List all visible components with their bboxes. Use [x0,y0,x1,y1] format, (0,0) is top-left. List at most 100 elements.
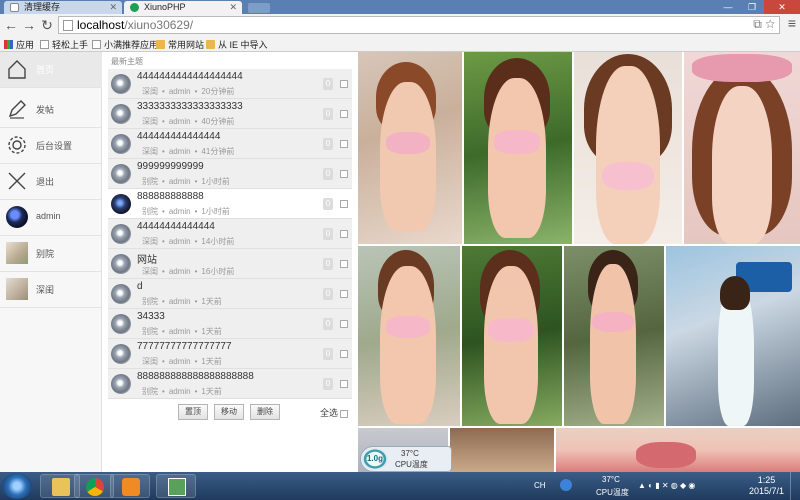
thread-checkbox[interactable] [340,350,348,358]
thread-author[interactable]: admin [169,207,191,216]
thread-author[interactable]: admin [169,297,191,306]
tab-clear-cache[interactable]: 清理缓存 ✕ [4,1,122,14]
forward-arrow-icon[interactable]: → [20,16,38,34]
taskbar-app-image[interactable] [156,474,196,498]
thread-checkbox[interactable] [340,260,348,268]
gallery-photo[interactable] [666,246,800,426]
reload-icon[interactable]: ↻ [38,16,56,34]
thread-forum[interactable]: 别院 [142,297,158,306]
thread-forum[interactable]: 别院 [142,177,158,186]
taskbar-app-chrome[interactable] [74,474,114,498]
sidebar-item-logout[interactable]: 退出 [0,164,102,200]
move-button[interactable]: 移动 [214,404,244,420]
thread-title[interactable]: 888888888888888888888 [137,371,254,382]
thread-title[interactable]: 444444444444444 [137,131,220,142]
thread-forum[interactable]: 深闺 [142,357,158,366]
thread-checkbox[interactable] [340,140,348,148]
input-language[interactable]: CH [534,481,546,490]
thread-forum[interactable]: 别院 [142,327,158,336]
sidebar-item-forum-bieyuan[interactable]: 别院 [0,236,102,272]
thread-title[interactable]: 77777777777777777 [137,341,232,352]
window-close-icon[interactable]: ✕ [764,0,800,14]
thread-author[interactable]: admin [169,327,191,336]
thread-checkbox[interactable] [340,80,348,88]
thread-author[interactable]: admin [169,237,191,246]
thread-checkbox[interactable] [340,110,348,118]
thread-row[interactable]: d 别院 • admin • 1天前 0 [108,279,352,309]
gallery-photo[interactable] [564,246,664,426]
thread-row[interactable]: 34333 别院 • admin • 1天前 0 [108,309,352,339]
menu-icon[interactable]: ≡ [788,15,796,31]
thread-checkbox[interactable] [340,290,348,298]
thread-title[interactable]: 44444444444444 [137,221,215,232]
thread-author[interactable]: admin [169,357,191,366]
thread-title[interactable]: 888888888888 [137,191,204,202]
thread-title[interactable]: 3333333333333333333 [137,101,243,112]
sidebar-item-home[interactable]: 首页 [0,52,102,88]
tab-close-icon[interactable]: ✕ [229,1,237,14]
thread-checkbox[interactable] [340,380,348,388]
bookmark-apps[interactable]: 应用 [4,38,34,51]
thread-forum[interactable]: 深闺 [142,237,158,246]
tab-close-icon[interactable]: ✕ [109,1,117,14]
thread-row[interactable]: 77777777777777777 深闺 • admin • 1天前 0 [108,339,352,369]
thread-forum[interactable]: 别院 [142,207,158,216]
new-tab-button[interactable] [248,3,270,13]
select-all-checkbox[interactable] [340,409,349,418]
thread-forum[interactable]: 深闺 [142,267,158,276]
tab-xiunophp[interactable]: XiunoPHP ✕ [124,1,242,14]
thread-title[interactable]: d [137,281,143,292]
thread-row[interactable]: 999999999999 别院 • admin • 1小时前 0 [108,159,352,189]
thread-checkbox[interactable] [340,170,348,178]
gallery-photo[interactable] [358,52,462,244]
minimize-icon[interactable]: — [716,0,740,14]
thread-forum[interactable]: 深闺 [142,87,158,96]
delete-button[interactable]: 删除 [250,404,280,420]
thread-author[interactable]: admin [169,177,191,186]
cpu-temp-widget[interactable]: 1.0g 37°C CPU温度 [360,446,452,472]
thread-row[interactable]: 888888888888888888888 别院 • admin • 1天前 0 [108,369,352,399]
start-button[interactable] [2,473,32,499]
thread-author[interactable]: admin [169,387,191,396]
gallery-photo[interactable] [556,428,800,472]
sidebar-item-post[interactable]: 发帖 [0,92,102,128]
thread-checkbox[interactable] [340,200,348,208]
thread-title[interactable]: 4444444444444444444 [137,71,243,82]
thread-forum[interactable]: 深闺 [142,147,158,156]
clock[interactable]: 1:25 2015/7/1 [749,475,784,497]
thread-row[interactable]: 44444444444444 深闺 • admin • 14小时前 0 [108,219,352,249]
thread-row[interactable]: 3333333333333333333 深闺 • admin • 40分钟前 0 [108,99,352,129]
thread-title[interactable]: 网站 [137,251,157,266]
thread-author[interactable]: admin [169,87,191,96]
thread-row[interactable]: 4444444444444444444 深闺 • admin • 20分钟前 0 [108,69,352,99]
gallery-photo[interactable] [462,246,562,426]
gallery-photo[interactable] [358,246,460,426]
bookmark-star-icon[interactable]: ⧉ ☆ [753,17,775,32]
thread-title[interactable]: 999999999999 [137,161,204,172]
thread-checkbox[interactable] [340,320,348,328]
tray-icons[interactable]: ▲ ◐ ▮ ✕ ◍ ◆ ◉ [638,481,695,490]
gallery-photo[interactable] [464,52,572,244]
select-all[interactable]: 全选 [320,406,349,419]
gallery-photo[interactable] [684,52,800,244]
bookmark-item[interactable]: 轻松上手 [40,38,88,51]
back-arrow-icon[interactable]: ← [2,16,20,34]
thread-row[interactable]: 888888888888 别院 • admin • 1小时前 0 [108,189,352,219]
maximize-icon[interactable]: ❐ [740,0,764,14]
taskbar-app-media[interactable] [110,474,150,498]
show-desktop-button[interactable] [790,472,800,500]
thread-author[interactable]: admin [169,267,191,276]
sidebar-item-user[interactable]: admin [0,200,102,236]
thread-forum[interactable]: 别院 [142,387,158,396]
gallery-photo[interactable] [450,428,554,472]
bookmark-folder[interactable]: 常用网站 [156,38,204,51]
thread-row[interactable]: 网站 深闺 • admin • 16小时前 0 [108,249,352,279]
thread-checkbox[interactable] [340,230,348,238]
sidebar-item-forum-shengui[interactable]: 深闺 [0,272,102,308]
address-bar[interactable]: localhost/xiuno30629/ ⧉ ☆ [58,16,780,34]
thread-row[interactable]: 444444444444444 深闺 • admin • 41分钟前 0 [108,129,352,159]
sticky-button[interactable]: 置顶 [178,404,208,420]
gallery-photo[interactable] [574,52,682,244]
help-icon[interactable] [560,479,572,491]
bookmark-item[interactable]: 小满推荐应用 [92,38,158,51]
